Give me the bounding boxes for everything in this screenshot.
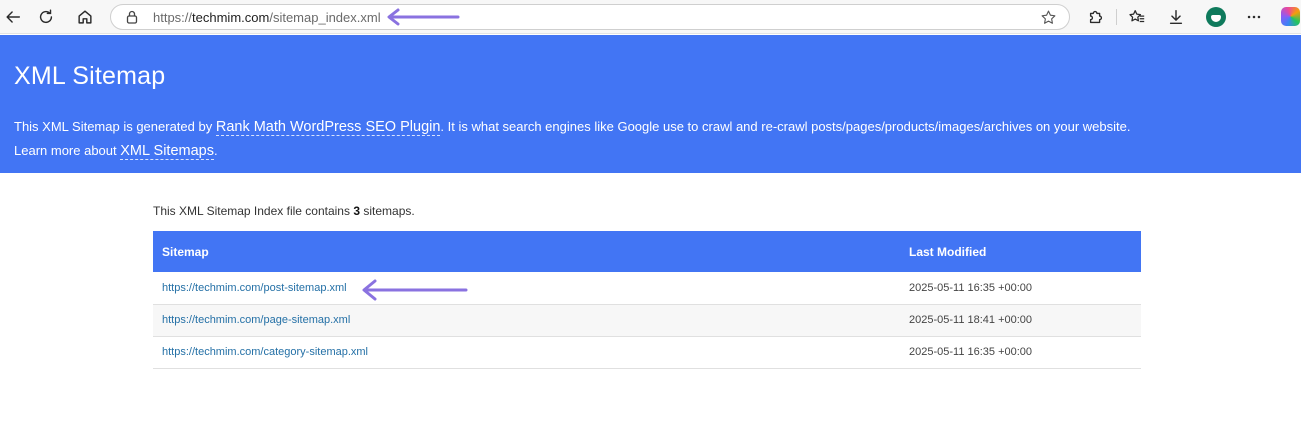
page-title: XML Sitemap (14, 62, 166, 90)
favorites-icon[interactable] (1124, 4, 1150, 30)
back-icon[interactable] (0, 4, 26, 30)
table-row: https://techmim.com/post-sitemap.xml 202… (153, 272, 1141, 305)
rank-math-link[interactable]: Rank Math WordPress SEO Plugin (215, 119, 441, 136)
download-icon[interactable] (1163, 4, 1189, 30)
copilot-icon[interactable] (1281, 7, 1300, 26)
table-header-row: Sitemap Last Modified (153, 231, 1141, 272)
sitemap-link[interactable]: https://techmim.com/category-sitemap.xml (162, 346, 368, 358)
arrow-annotation-icon (387, 8, 460, 26)
address-bar[interactable]: https://techmim.com/sitemap_index.xml (110, 4, 1070, 30)
profile-icon[interactable] (1206, 7, 1226, 27)
sitemap-table: Sitemap Last Modified https://techmim.co… (153, 231, 1141, 369)
sitemap-header: XML Sitemap This XML Sitemap is generate… (0, 35, 1301, 173)
refresh-icon[interactable] (33, 4, 59, 30)
sitemap-summary: This XML Sitemap Index file contains 3 s… (153, 204, 415, 218)
sitemap-cell: https://techmim.com/post-sitemap.xml (153, 272, 900, 305)
last-modified-cell: 2025-05-11 16:35 +00:00 (900, 272, 1141, 305)
table-row: https://techmim.com/category-sitemap.xml… (153, 336, 1141, 369)
toolbar-divider (1116, 9, 1117, 25)
extensions-icon[interactable] (1083, 4, 1109, 30)
lock-icon[interactable] (124, 9, 140, 25)
last-modified-cell: 2025-05-11 18:41 +00:00 (900, 304, 1141, 337)
last-modified-cell: 2025-05-11 16:35 +00:00 (900, 336, 1141, 369)
xml-sitemaps-link[interactable]: XML Sitemaps (120, 143, 214, 160)
sitemap-cell: https://techmim.com/category-sitemap.xml (153, 336, 900, 369)
url-text: https://techmim.com/sitemap_index.xml (153, 10, 381, 25)
home-icon[interactable] (72, 4, 98, 30)
sitemap-link[interactable]: https://techmim.com/page-sitemap.xml (162, 314, 350, 326)
arrow-annotation-icon (362, 279, 468, 301)
sitemap-count: 3 (353, 204, 361, 218)
column-header-sitemap: Sitemap (153, 231, 900, 272)
url-domain: techmim.com (192, 10, 270, 25)
sitemap-link[interactable]: https://techmim.com/post-sitemap.xml (162, 282, 347, 294)
star-icon[interactable] (1040, 9, 1057, 26)
more-icon[interactable] (1241, 4, 1267, 30)
table-row: https://techmim.com/page-sitemap.xml 202… (153, 304, 1141, 337)
column-header-last-modified: Last Modified (900, 231, 1141, 272)
sitemap-cell: https://techmim.com/page-sitemap.xml (153, 304, 900, 337)
header-description: This XML Sitemap is generated by Rank Ma… (14, 119, 1131, 160)
browser-toolbar: https://techmim.com/sitemap_index.xml (0, 0, 1301, 34)
